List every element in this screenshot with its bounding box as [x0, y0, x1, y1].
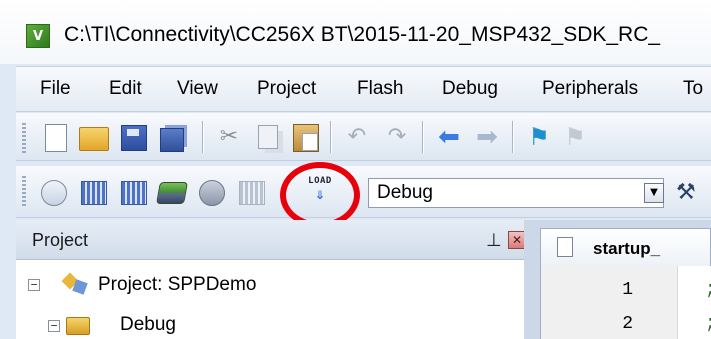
line-gutter: 1 2: [541, 266, 678, 339]
translate-button[interactable]: [38, 177, 68, 207]
tree-item-project[interactable]: Project: SPPDemo: [98, 274, 256, 296]
layers-icon: [156, 182, 188, 204]
tree-expander[interactable]: −: [28, 279, 40, 291]
toolbar-grip[interactable]: [22, 123, 26, 153]
menu-view[interactable]: View: [177, 78, 218, 100]
code-line: ;: [705, 314, 711, 334]
navigate-back-button[interactable]: ⬅: [434, 122, 464, 152]
line-number: 2: [622, 314, 633, 334]
menu-debug[interactable]: Debug: [442, 78, 498, 100]
code-line: ;: [705, 280, 711, 300]
cut-button[interactable]: ✂: [214, 122, 244, 152]
arrow-left-icon: ⬅: [438, 122, 460, 152]
new-file-button[interactable]: [40, 122, 70, 152]
tree-item-debug[interactable]: Debug: [120, 314, 176, 336]
folder-icon: [66, 317, 90, 335]
build-config-select[interactable]: Debug ▼: [368, 178, 664, 208]
batch-build-button[interactable]: [156, 177, 188, 207]
open-folder-icon: [79, 127, 109, 151]
stop-build-button[interactable]: [236, 177, 266, 207]
compile-icon: [41, 180, 67, 206]
project-tree: − Project: SPPDemo − Debug: [16, 260, 524, 339]
flag-icon: ⚑: [528, 123, 550, 151]
disk-icon: [199, 180, 225, 206]
bookmark-button[interactable]: ⚑: [524, 122, 554, 152]
flag-disabled-icon: ⚑: [564, 123, 586, 151]
project-pane-title: Project: [32, 230, 89, 250]
redo-button[interactable]: ↷: [382, 122, 412, 152]
undo-button[interactable]: ↶: [342, 122, 372, 152]
menu-file[interactable]: File: [40, 78, 71, 100]
highlight-circle: [280, 162, 360, 228]
paste-icon: [293, 124, 319, 152]
build-icon: [81, 181, 107, 205]
toolbar-separator: [512, 121, 513, 153]
menu-peripherals[interactable]: Peripherals: [542, 78, 638, 100]
chevron-down-icon[interactable]: ▼: [644, 183, 664, 203]
tree-expander[interactable]: −: [48, 320, 60, 332]
pin-icon[interactable]: ⊥: [486, 230, 502, 251]
line-number: 1: [622, 280, 633, 300]
menu-bar: File Edit View Project Flash Debug Perip…: [16, 66, 711, 112]
paste-button[interactable]: [290, 122, 320, 152]
rebuild-button[interactable]: [118, 177, 148, 207]
open-file-button[interactable]: [78, 122, 109, 152]
project-pane-header: Project ⊥ ✕: [16, 220, 526, 260]
next-bookmark-button[interactable]: ⚑: [560, 122, 590, 152]
copy-icon: [258, 125, 278, 149]
toolbar-grip[interactable]: [22, 176, 26, 206]
editor-tab-label: startup_: [593, 239, 661, 258]
app-window: V C:\TI\Connectivity\CC256X BT\2015-11-2…: [0, 0, 711, 339]
menu-edit[interactable]: Edit: [109, 78, 142, 100]
menu-tools[interactable]: To: [683, 78, 703, 100]
app-logo-icon: V: [26, 24, 50, 48]
window-title: C:\TI\Connectivity\CC256X BT\2015-11-20_…: [64, 23, 661, 46]
navigate-forward-button[interactable]: ➡: [472, 122, 502, 152]
copy-button[interactable]: [254, 122, 284, 152]
save-icon: [121, 125, 147, 151]
wizard-wand-icon[interactable]: ⚒: [676, 180, 696, 205]
arrow-right-icon: ➡: [476, 122, 498, 152]
toolbar-separator: [202, 121, 203, 153]
save-all-icon: [160, 128, 184, 152]
file-icon: [557, 237, 573, 257]
new-file-icon: [45, 124, 67, 152]
code-editor[interactable]: 1 2 ; ;: [540, 266, 711, 339]
save-button[interactable]: [118, 122, 148, 152]
menu-project[interactable]: Project: [257, 78, 316, 100]
undo-icon: ↶: [347, 124, 367, 149]
clean-button[interactable]: [196, 177, 226, 207]
build-config-value: Debug: [377, 182, 433, 203]
title-bar: V C:\TI\Connectivity\CC256X BT\2015-11-2…: [0, 0, 711, 64]
toolbar-separator: [422, 121, 423, 153]
toolbar-separator: [330, 121, 331, 153]
scissors-icon: ✂: [219, 124, 239, 149]
redo-icon: ↷: [387, 124, 407, 149]
rebuild-icon: [121, 181, 147, 205]
file-toolbar: ✂ ↶ ↷ ⬅ ➡ ⚑ ⚑: [16, 113, 711, 161]
stop-build-icon: [239, 181, 265, 205]
save-all-button[interactable]: [158, 122, 188, 152]
project-icon: [62, 273, 88, 295]
editor-tab[interactable]: startup_: [540, 228, 711, 266]
menu-flash[interactable]: Flash: [357, 78, 403, 100]
build-button[interactable]: [78, 177, 108, 207]
